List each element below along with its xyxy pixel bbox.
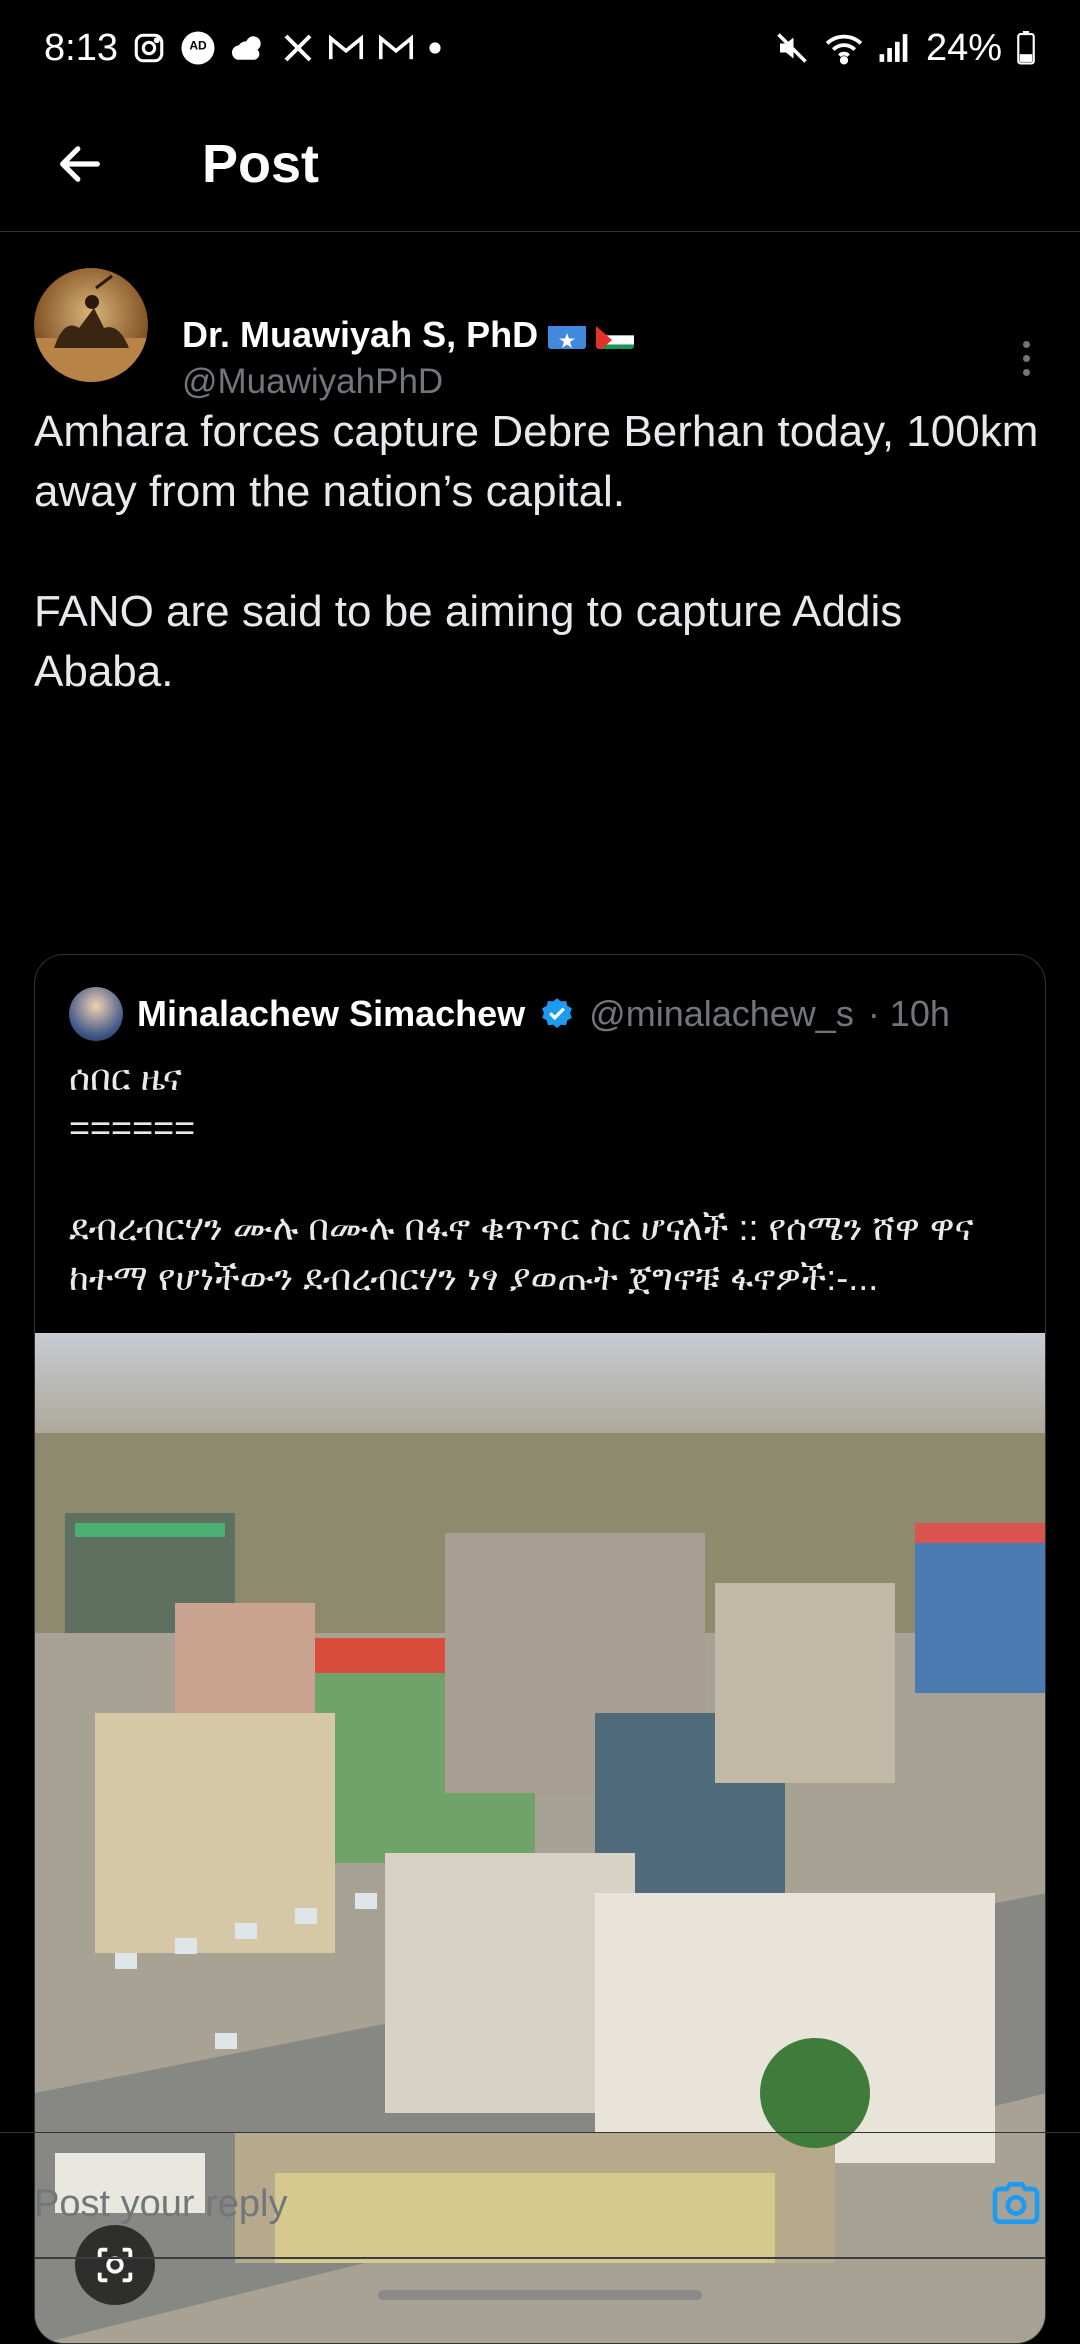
- gmail-icon: [378, 34, 414, 62]
- wifi-icon: [824, 31, 864, 65]
- quoted-author-name[interactable]: Minalachew Simachew: [137, 993, 525, 1035]
- x-icon: [282, 32, 314, 64]
- instagram-icon: [132, 31, 166, 65]
- quoted-avatar[interactable]: [69, 987, 123, 1041]
- back-button[interactable]: [40, 124, 120, 204]
- quoted-post-header: Minalachew Simachew @minalachew_s · 10h: [69, 987, 950, 1041]
- arrow-left-icon: [60, 145, 100, 182]
- avatar[interactable]: [34, 268, 148, 382]
- author-name[interactable]: Dr. Muawiyah S, PhD: [182, 314, 635, 356]
- battery-level: 24%: [925, 26, 1002, 69]
- post-author: Dr. Muawiyah S, PhD @MuawiyahPhD: [34, 268, 1046, 401]
- palestine-flag-icon: [596, 321, 635, 349]
- weather-icon: [230, 31, 268, 65]
- author-handle[interactable]: @MuawiyahPhD: [182, 362, 443, 402]
- top-bar: Post: [0, 96, 1080, 232]
- page-title: Post: [202, 133, 320, 194]
- svg-text:AD: AD: [189, 39, 207, 53]
- home-indicator[interactable]: [378, 2290, 702, 2300]
- mute-icon: [774, 30, 810, 66]
- signal-icon: [878, 32, 912, 64]
- battery-icon: [1016, 31, 1036, 65]
- camera-icon: [992, 2182, 1040, 2224]
- dot-icon: [428, 41, 442, 55]
- more-options-icon[interactable]: [1006, 328, 1046, 388]
- status-time: 8:13: [44, 26, 118, 69]
- author-name-text: Dr. Muawiyah S, PhD: [182, 314, 539, 355]
- ad-blocker-icon: AD: [180, 30, 216, 66]
- reply-bar: Post your reply: [0, 2132, 1080, 2302]
- quoted-author-handle: @minalachew_s: [589, 993, 854, 1034]
- reply-underline: [34, 2257, 1046, 2259]
- quoted-post-text: ሰበር ዜና ====== ደብረብርሃን ሙሉ በሙሉ በፋኖ ቁጥጥር ስር…: [69, 1057, 974, 1298]
- verified-badge-icon: [539, 996, 575, 1032]
- status-bar: 8:13 AD 24%: [0, 0, 1080, 96]
- post-text: Amhara forces capture Debre Berhan today…: [34, 407, 1039, 696]
- somalia-flag-icon: [548, 321, 587, 349]
- quoted-post-time: · 10h: [867, 993, 950, 1034]
- camera-button[interactable]: [986, 2173, 1046, 2233]
- gmail-icon: [328, 34, 364, 62]
- reply-input[interactable]: Post your reply: [34, 2183, 287, 2226]
